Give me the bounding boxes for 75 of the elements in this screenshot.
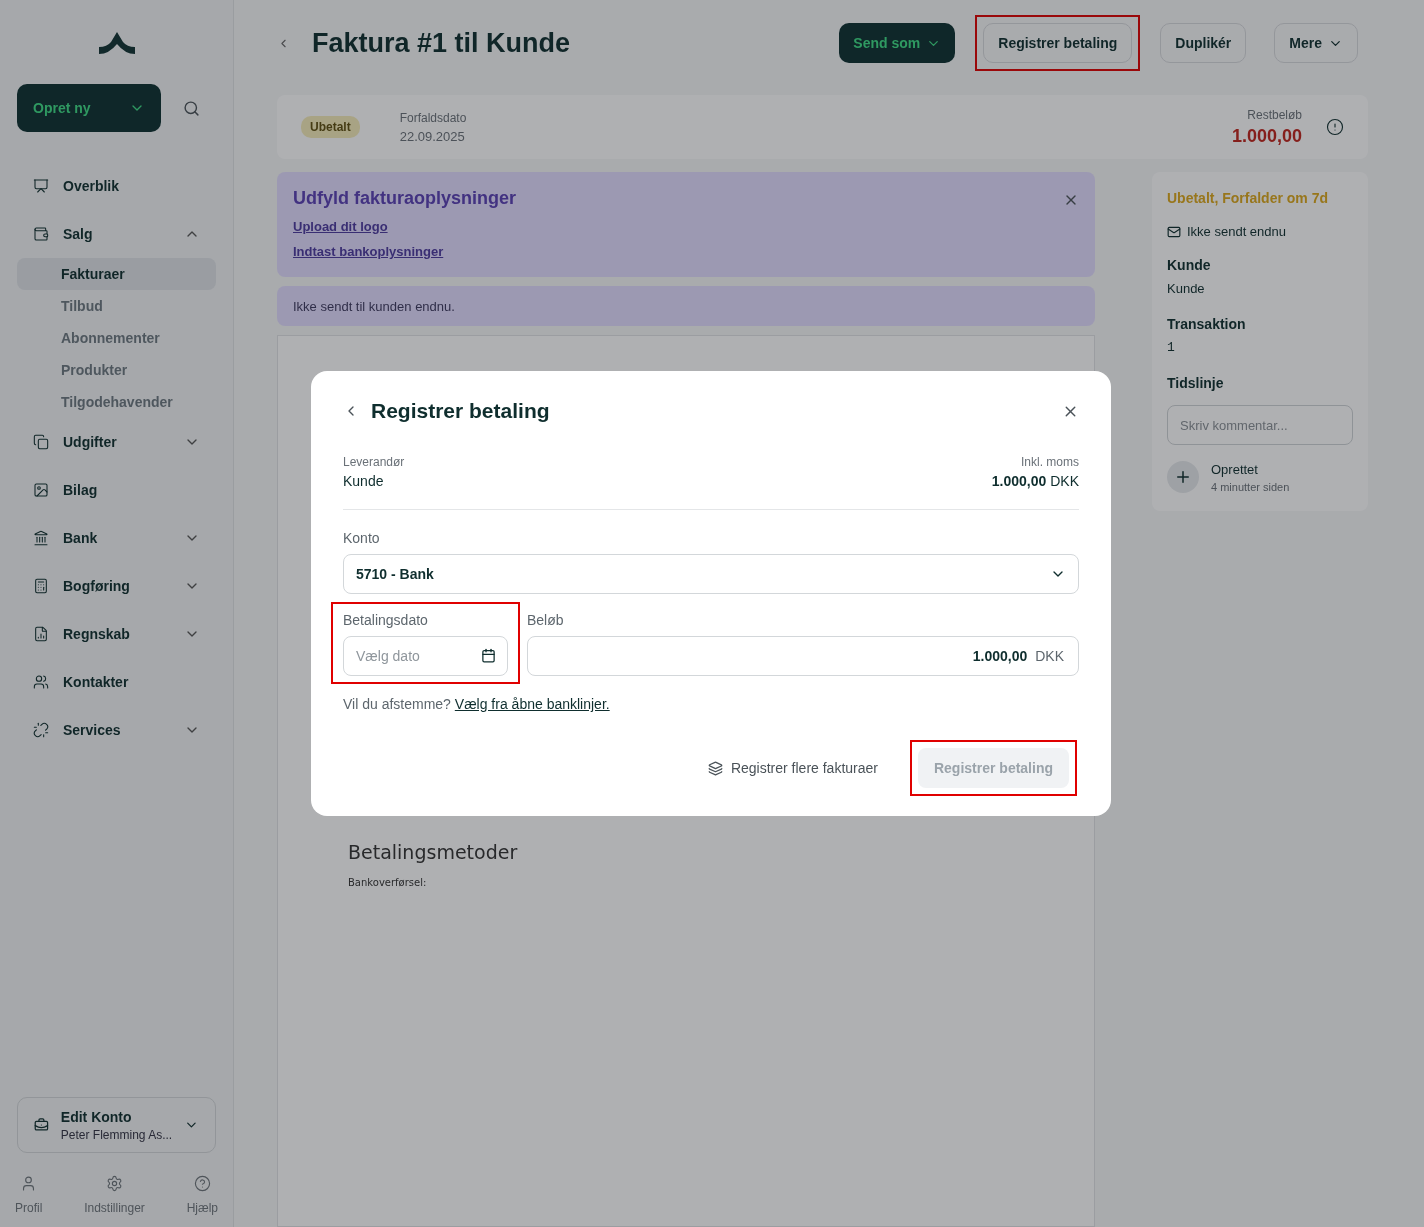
search-icon <box>183 99 200 117</box>
total-amount: 1.000,00 DKK <box>991 473 1079 489</box>
account-subtitle: Peter Flemming As... <box>60 1127 173 1142</box>
nav-item[interactable]: Bilag <box>17 466 216 514</box>
total-label: Inkl. moms <box>1021 455 1079 469</box>
date-field[interactable]: Vælg dato <box>343 636 508 676</box>
supplier-label: Leverandør <box>343 455 405 469</box>
wallet-icon <box>33 226 49 242</box>
banner-link[interactable]: Upload dit logo <box>293 219 388 234</box>
detail-heading: Kunde <box>1167 257 1212 273</box>
comment-field[interactable]: Skriv kommentar... <box>1167 405 1353 445</box>
amount-field[interactable]: 1.000,00 DKK <box>527 636 1079 676</box>
account-select[interactable]: 5710 - Bank <box>343 554 1079 594</box>
image-icon <box>33 482 49 498</box>
calculator-icon <box>33 578 49 594</box>
page-title: Faktura #1 til Kunde <box>312 27 572 59</box>
field-label: Betalingsdato <box>343 612 429 628</box>
nav-item[interactable]: Udgifter <box>17 418 216 466</box>
settings-icon <box>106 1175 123 1192</box>
header-button[interactable]: Mere <box>1274 23 1358 63</box>
account-switcher[interactable]: Edit Konto Peter Flemming As... <box>17 1097 216 1153</box>
users-icon <box>33 674 49 690</box>
notice-banner: Ikke sendt til kunden endnu. <box>277 286 1095 326</box>
field-label: Beløb <box>527 612 565 628</box>
event-title: Oprettet <box>1211 461 1258 477</box>
broken-link-icon <box>33 722 49 738</box>
status-badge: Ubetalt <box>301 116 360 138</box>
register-multiple-button[interactable]: Registrer flere fakturaer <box>701 759 884 777</box>
copy-icon <box>33 434 49 450</box>
detail-heading: Tidslinje <box>1167 375 1225 391</box>
briefcase-icon <box>34 1117 49 1133</box>
nav-subitem[interactable]: Fakturaer <box>17 258 216 290</box>
nav-item[interactable]: Services <box>17 706 216 754</box>
bank-icon <box>33 530 49 546</box>
banner-title: Udfyld fakturaoplysninger <box>293 188 517 209</box>
nav-item[interactable]: Salg <box>17 210 216 258</box>
nav-item[interactable]: Bank <box>17 514 216 562</box>
layers-icon <box>707 760 723 776</box>
info-icon <box>1326 118 1344 136</box>
account-title: Edit Konto <box>60 1108 133 1125</box>
calendar-icon <box>481 648 496 663</box>
plus-icon <box>1167 461 1199 493</box>
field-label: Konto <box>343 530 381 546</box>
presentation-icon <box>33 178 49 194</box>
reconcile-text: Vil du afstemme? Vælg fra åbne banklinjer. <box>343 696 611 712</box>
detail-value: 1 <box>1167 340 1176 355</box>
reconcile-link[interactable]: Vælg fra åbne banklinjer. <box>454 696 610 712</box>
invoice-text: Bankoverførsel: <box>348 877 427 888</box>
detail-value: Kunde <box>1167 281 1206 296</box>
logo-icon <box>98 32 135 54</box>
dialog-title: Registrer betaling <box>371 399 551 423</box>
banner-link[interactable]: Indtast bankoplysninger <box>293 244 444 259</box>
header-button[interactable]: Send som <box>839 23 956 63</box>
due-label: Forfaldsdato <box>399 110 467 125</box>
due-date: 22.09.2025 <box>399 128 465 144</box>
event-time: 4 minutter siden <box>1211 480 1290 493</box>
help-icon <box>193 1175 211 1192</box>
supplier-name: Kunde <box>343 473 384 489</box>
nav-item[interactable]: Overblik <box>17 162 216 210</box>
payment-status: Ubetalt, Forfalder om 7d <box>1167 190 1330 206</box>
remaining-label: Restbeløb <box>1247 107 1302 122</box>
remaining-amount: 1.000,00 <box>1231 125 1302 147</box>
sent-status: Ikke sendt endnu <box>1187 224 1287 239</box>
nav-item[interactable]: Kontakter <box>17 658 216 706</box>
header-button[interactable]: Duplikér <box>1160 23 1247 63</box>
create-new-button[interactable]: Opret ny <box>17 84 161 132</box>
header-button[interactable]: Registrer betaling <box>983 23 1133 63</box>
search-button[interactable] <box>183 99 200 117</box>
invoice-heading: Betalingsmetoder <box>348 841 518 863</box>
nav-item[interactable]: Bogføring <box>17 562 216 610</box>
detail-heading: Transaktion <box>1167 316 1247 332</box>
mail-icon <box>1167 224 1181 239</box>
report-icon <box>33 626 49 642</box>
footer-button[interactable]: Profil <box>15 1175 43 1215</box>
nav-item[interactable]: Regnskab <box>17 610 216 658</box>
